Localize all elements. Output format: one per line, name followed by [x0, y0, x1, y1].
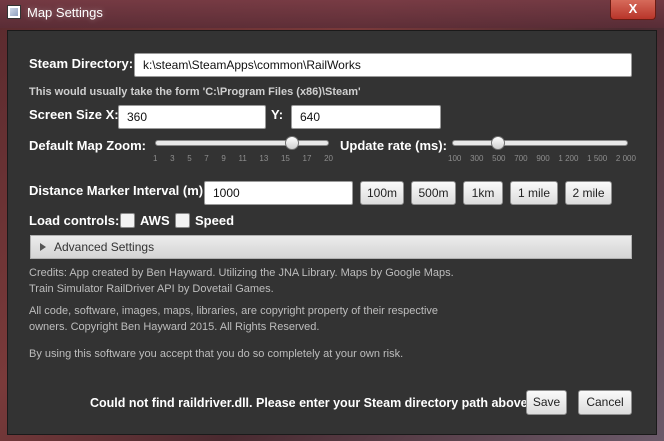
- preset-2mile-button[interactable]: 2 mile: [565, 181, 612, 205]
- update-rate-tick-label: 100: [448, 154, 462, 163]
- copyright-line-2: owners. Copyright Ben Hayward 2015. All …: [29, 321, 320, 333]
- screen-size-y-input[interactable]: 640: [291, 105, 441, 129]
- update-rate-tick-label: 700: [514, 154, 528, 163]
- update-rate-tick-label: 2 000: [615, 154, 636, 163]
- save-button[interactable]: Save: [526, 390, 567, 415]
- map-zoom-tick-label: 20: [324, 154, 333, 163]
- map-zoom-tick-label: 17: [302, 154, 312, 163]
- speed-checkbox[interactable]: [175, 213, 190, 228]
- map-zoom-tick-label: 1: [153, 154, 158, 163]
- update-rate-slider[interactable]: [452, 140, 628, 146]
- update-rate-tick-label: 500: [492, 154, 506, 163]
- update-rate-slider-thumb[interactable]: [491, 136, 506, 150]
- steam-directory-hint: This would usually take the form 'C:\Pro…: [29, 86, 361, 98]
- speed-label: Speed: [195, 213, 235, 228]
- title-bar: Map Settings X: [0, 0, 664, 28]
- risk-disclaimer: By using this software you accept that y…: [29, 348, 404, 360]
- advanced-settings-label: Advanced Settings: [54, 240, 155, 254]
- screen-size-x-input[interactable]: 360: [118, 105, 266, 129]
- expand-arrow-icon: [40, 243, 46, 251]
- update-rate-tick-label: 1 500: [587, 154, 608, 163]
- settings-panel: Steam Directory: k:\steam\SteamApps\comm…: [7, 30, 657, 435]
- map-zoom-slider[interactable]: [155, 140, 329, 146]
- preset-1km-button[interactable]: 1km: [463, 181, 503, 205]
- map-zoom-tick-label: 7: [204, 154, 209, 163]
- preset-500m-button[interactable]: 500m: [411, 181, 456, 205]
- status-message: Could not find raildriver.dll. Please en…: [90, 396, 532, 410]
- credits-line-2: Train Simulator RailDriver API by Doveta…: [29, 283, 274, 295]
- update-rate-tick-label: 300: [470, 154, 484, 163]
- steam-directory-label: Steam Directory:: [29, 56, 134, 71]
- close-button[interactable]: X: [610, 0, 656, 20]
- distance-marker-label: Distance Marker Interval (m):: [29, 183, 208, 198]
- map-zoom-tick-label: 5: [187, 154, 192, 163]
- app-icon: [7, 5, 21, 19]
- update-rate-tick-label: 900: [536, 154, 550, 163]
- map-zoom-tick-label: 9: [221, 154, 226, 163]
- load-controls-label: Load controls:: [29, 213, 120, 228]
- steam-directory-input[interactable]: k:\steam\SteamApps\common\RailWorks: [134, 53, 632, 77]
- screen-size-x-label: Screen Size X:: [29, 107, 119, 122]
- aws-checkbox[interactable]: [120, 213, 135, 228]
- preset-100m-button[interactable]: 100m: [360, 181, 404, 205]
- map-zoom-tick-label: 11: [238, 154, 247, 163]
- map-zoom-ticks: 1 3 5 7 9 11 13 15 17 20: [153, 154, 333, 163]
- map-zoom-tick-label: 13: [259, 154, 269, 163]
- window-title: Map Settings: [27, 5, 103, 20]
- advanced-settings-toggle[interactable]: Advanced Settings: [30, 235, 632, 259]
- map-zoom-label: Default Map Zoom:: [29, 138, 146, 153]
- distance-marker-input[interactable]: 1000: [204, 181, 353, 205]
- preset-1mile-button[interactable]: 1 mile: [510, 181, 558, 205]
- cancel-button[interactable]: Cancel: [578, 390, 632, 415]
- update-rate-tick-label: 1 200: [558, 154, 579, 163]
- copyright-line-1: All code, software, images, maps, librar…: [29, 305, 439, 317]
- update-rate-ticks: 100 300 500 700 900 1 200 1 500 2 000: [448, 154, 636, 163]
- update-rate-label: Update rate (ms):: [340, 138, 447, 153]
- map-zoom-tick-label: 3: [170, 154, 175, 163]
- aws-label: AWS: [140, 213, 170, 228]
- credits-line-1: Credits: App created by Ben Hayward. Uti…: [29, 267, 454, 279]
- screen-size-y-label: Y:: [271, 107, 284, 122]
- map-zoom-tick-label: 15: [280, 154, 290, 163]
- map-zoom-slider-thumb[interactable]: [284, 136, 299, 150]
